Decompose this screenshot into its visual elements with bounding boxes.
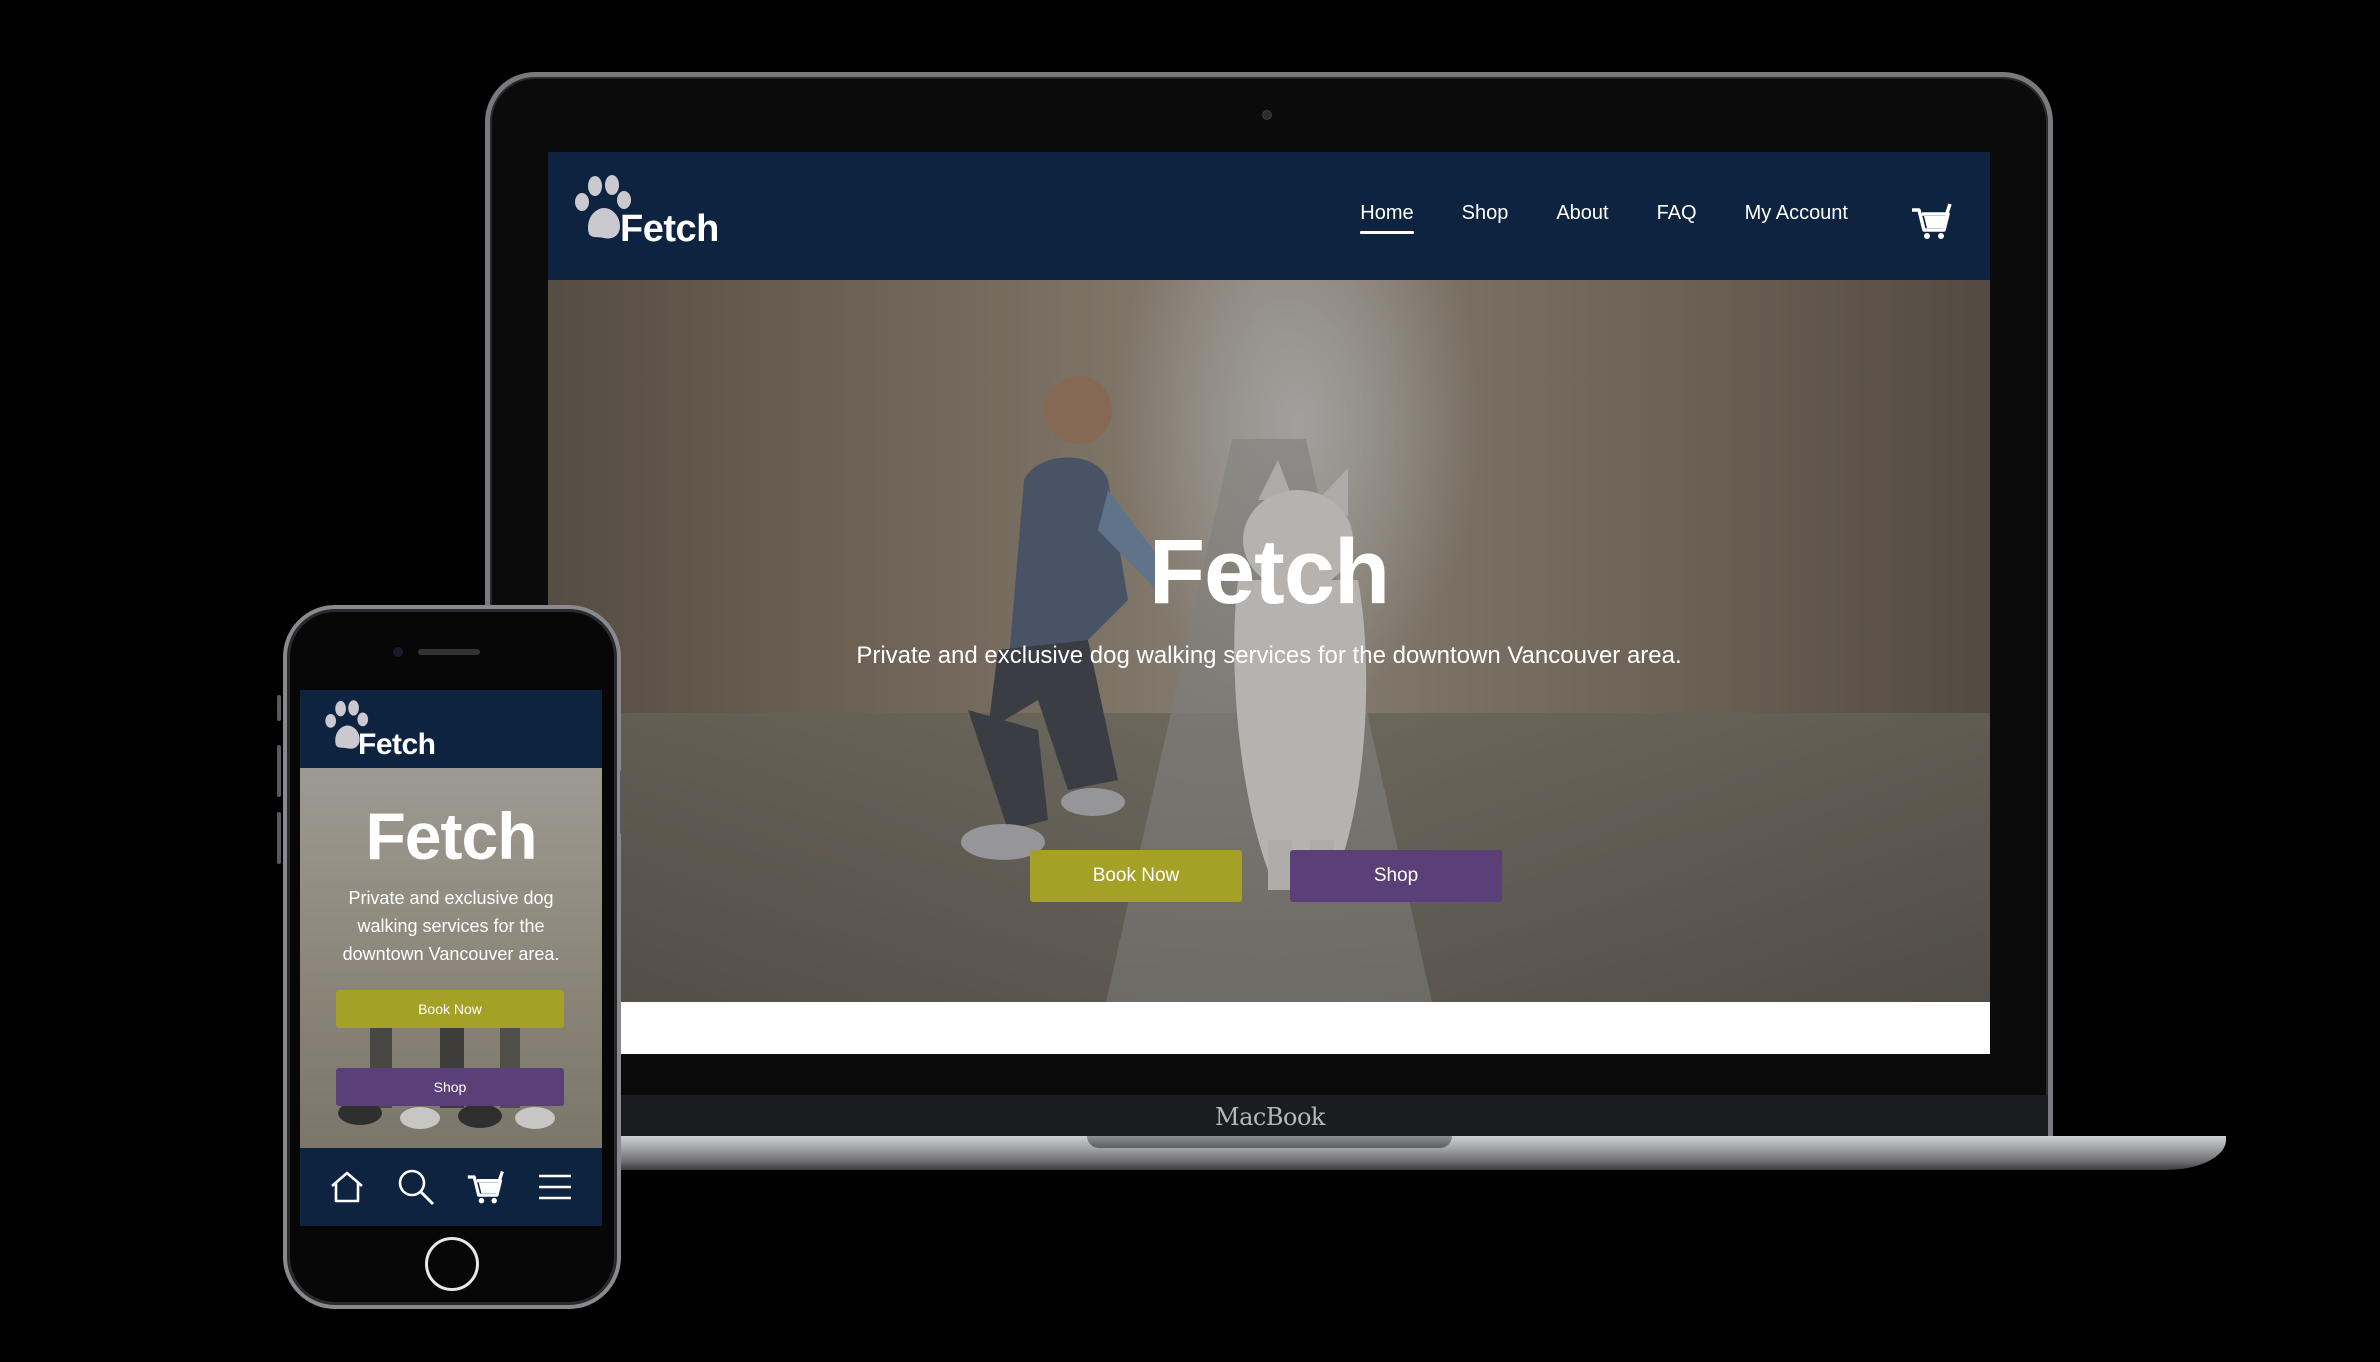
search-icon[interactable]: [394, 1165, 438, 1209]
logo-text: Fetch: [620, 208, 719, 250]
site-header: Fetch Home Shop About FAQ My Account: [548, 152, 1990, 280]
nav-home[interactable]: Home: [1336, 198, 1437, 234]
phone-camera: [393, 647, 403, 657]
book-now-button[interactable]: Book Now: [1030, 850, 1242, 902]
laptop-screen: Fetch Home Shop About FAQ My Account Fet…: [548, 152, 1990, 1054]
shop-button[interactable]: Shop: [1290, 850, 1502, 902]
laptop-camera: [1262, 110, 1272, 120]
hero-section: Fetch Private and exclusive dog walking …: [548, 280, 1990, 1002]
phone-home-button[interactable]: [425, 1237, 479, 1291]
hero-subtitle: Private and exclusive dog walking servic…: [856, 642, 1682, 669]
phone-power-button: [620, 770, 624, 834]
mobile-shop-button[interactable]: Shop: [336, 1068, 564, 1106]
mobile-hero-subtitle: Private and exclusive dog walking servic…: [342, 888, 560, 964]
mobile-hero-title: Fetch: [365, 799, 537, 873]
nav-faq[interactable]: FAQ: [1633, 198, 1721, 228]
mobile-tab-bar: [300, 1148, 602, 1226]
cart-icon[interactable]: [1910, 202, 1954, 240]
site-logo[interactable]: Fetch: [568, 170, 728, 250]
mobile-site-logo[interactable]: Fetch: [320, 696, 450, 761]
mobile-book-now-button[interactable]: Book Now: [336, 990, 564, 1028]
phone-volume-up-button: [277, 745, 281, 797]
cart-icon[interactable]: [464, 1165, 508, 1209]
laptop-brand-label: MacBook: [1215, 1103, 1325, 1131]
menu-icon[interactable]: [533, 1165, 577, 1209]
mobile-header: Fetch: [300, 690, 602, 768]
nav-my-account[interactable]: My Account: [1721, 198, 1872, 228]
phone-speaker: [418, 649, 480, 655]
laptop-notch: [1087, 1136, 1452, 1148]
main-nav: Home Shop About FAQ My Account: [1336, 198, 1872, 234]
hero-title: Fetch: [1148, 521, 1390, 623]
phone-volume-down-button: [277, 812, 281, 864]
mobile-hero-section: Fetch Private and exclusive dog walking …: [300, 768, 602, 1148]
home-icon[interactable]: [325, 1165, 369, 1209]
logo-text: Fetch: [358, 728, 436, 761]
phone-mute-button: [277, 695, 281, 721]
nav-about[interactable]: About: [1532, 198, 1632, 228]
nav-shop[interactable]: Shop: [1438, 198, 1533, 228]
phone-screen: Fetch Fetch Private and exclusive dog wa…: [300, 690, 602, 1226]
hero-overlay: [548, 280, 1990, 1002]
